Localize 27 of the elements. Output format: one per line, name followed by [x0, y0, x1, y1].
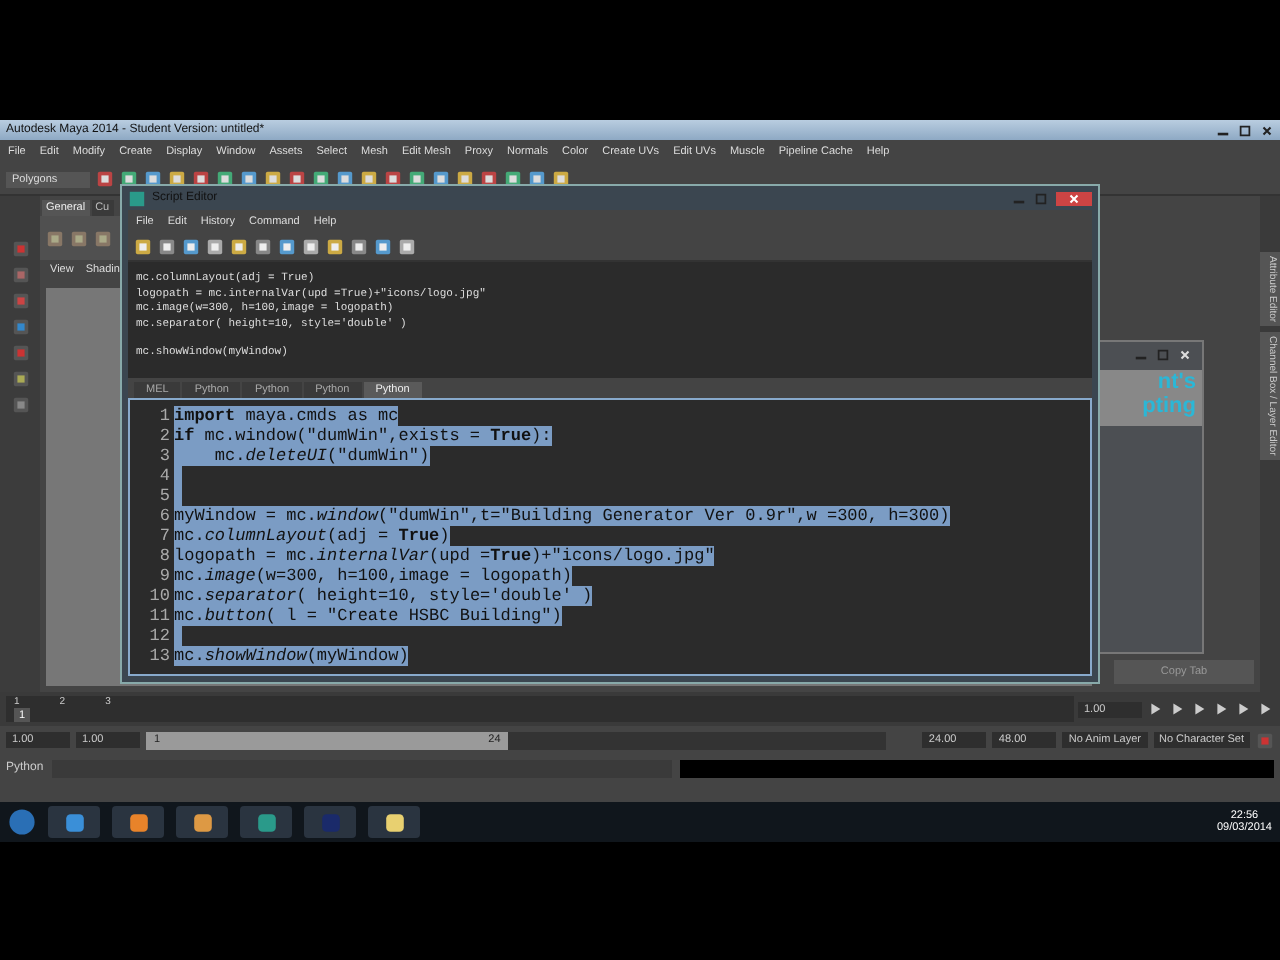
taskbar-app-icon[interactable] — [240, 806, 292, 838]
close-icon[interactable] — [1260, 123, 1274, 137]
line-number: 9 — [157, 566, 172, 586]
line-number: 10 — [147, 586, 172, 606]
line-number: 11 — [147, 606, 172, 626]
line-number: 8 — [157, 546, 172, 566]
line-number: 5 — [157, 486, 172, 506]
logo-text: nt's — [1157, 370, 1196, 394]
line-number: 6 — [157, 506, 172, 526]
play-icon[interactable] — [1212, 700, 1230, 718]
logo-text: pting — [1142, 394, 1196, 418]
taskbar-app-icon[interactable] — [48, 806, 100, 838]
maximize-icon[interactable] — [1238, 123, 1252, 137]
line-number: 12 — [147, 626, 172, 646]
code-editor[interactable] — [128, 398, 1092, 676]
taskbar-app-icon[interactable] — [176, 806, 228, 838]
start-button-icon[interactable] — [8, 808, 36, 836]
taskbar-app-icon[interactable] — [368, 806, 420, 838]
app-icon — [128, 189, 146, 207]
line-number: 13 — [147, 646, 172, 666]
line-number: 4 — [157, 466, 172, 486]
line-number: 1 — [157, 406, 172, 426]
line-number: 3 — [157, 446, 172, 466]
close-icon[interactable] — [1056, 191, 1092, 205]
line-number: 7 — [157, 526, 172, 546]
line-number: 2 — [157, 426, 172, 446]
taskbar-app-icon[interactable] — [112, 806, 164, 838]
